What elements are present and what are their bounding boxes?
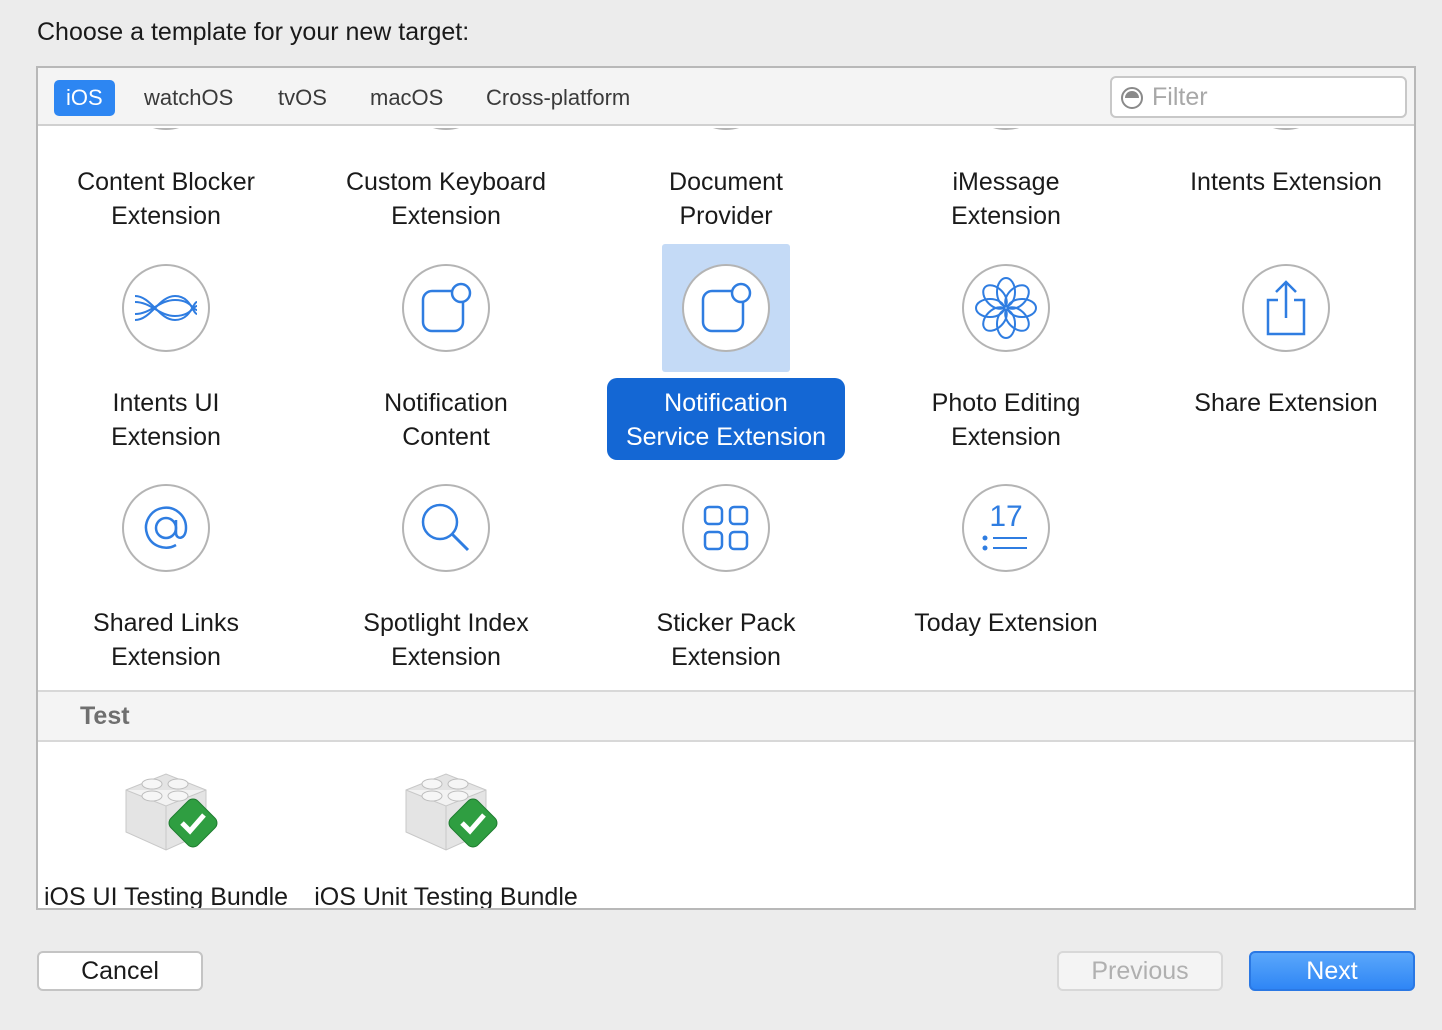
platform-tab-bar: iOS watchOS tvOS macOS Cross-platform [38,68,1414,126]
waves-icon [122,264,210,352]
template-shared-links[interactable]: Shared Links Extension [38,484,306,684]
section-title: Test [80,702,130,730]
section-header-test: Test [38,690,1414,742]
partial-icon [962,128,1050,130]
template-share[interactable]: Share Extension [1146,264,1414,464]
template-photo-editing[interactable]: Photo Editing Extension [866,264,1146,464]
template-panel: iOS watchOS tvOS macOS Cross-platform Co… [36,66,1416,910]
notification-icon [402,264,490,352]
template-notification-service[interactable]: Notification Service Extension [586,244,866,464]
template-label: Notification Content [384,389,508,451]
template-label: Today Extension [914,609,1098,637]
template-label: Shared Links Extension [93,609,239,671]
template-label: Document Provider [669,168,783,230]
template-label: Spotlight Index Extension [363,609,529,671]
template-label: iOS Unit Testing Bundle [314,883,578,910]
partial-icon [122,128,210,130]
previous-button[interactable]: Previous [1057,951,1223,991]
template-today[interactable]: 17 Today Extension [866,484,1146,684]
calendar-icon: 17 [962,484,1050,572]
notification-icon [682,264,770,352]
cancel-button[interactable]: Cancel [37,951,203,991]
dialog-prompt: Choose a template for your new target: [37,18,470,46]
tab-cross-platform[interactable]: Cross-platform [474,80,642,116]
tab-macos[interactable]: macOS [358,80,455,116]
template-intents-ui[interactable]: Intents UI Extension [38,264,306,464]
template-label: Intents Extension [1190,168,1382,196]
tab-ios[interactable]: iOS [54,80,115,116]
template-label: Content Blocker Extension [77,168,255,230]
template-label: Custom Keyboard Extension [345,168,547,230]
template-label: Photo Editing Extension [931,389,1081,451]
template-label: Notification Service Extension [625,389,827,451]
test-template-grid: iOS UI Testing Bundle iOS Unit Testing B… [38,744,1414,910]
template-label: iMessage Extension [951,168,1061,230]
template-label: Intents UI Extension [111,389,221,451]
share-icon [1242,264,1330,352]
filter-field[interactable] [1110,76,1407,118]
grid-icon [682,484,770,572]
at-sign-icon [122,484,210,572]
next-button[interactable]: Next [1249,951,1415,991]
partial-icon [1242,128,1330,130]
partial-icon [682,128,770,130]
test-bundle-icon [122,766,218,856]
template-label: iOS UI Testing Bundle [43,883,289,910]
template-sticker-pack[interactable]: Sticker Pack Extension [586,484,866,684]
template-notification-content[interactable]: Notification Content [306,264,586,464]
filter-icon [1121,87,1143,109]
template-ios-ui-testing[interactable]: iOS UI Testing Bundle [38,766,306,910]
flower-icon [962,264,1050,352]
magnifier-icon [402,484,490,572]
tab-watchos[interactable]: watchOS [132,80,245,116]
template-grid: Content Blocker Extension Custom Keyboar… [38,128,1414,690]
template-label: Share Extension [1194,389,1378,417]
template-ios-unit-testing[interactable]: iOS Unit Testing Bundle [306,766,586,910]
tab-tvos[interactable]: tvOS [266,80,339,116]
template-label: Sticker Pack Extension [656,609,796,671]
partial-icon [402,128,490,130]
filter-input[interactable] [1152,82,1397,112]
test-bundle-icon [402,766,498,856]
template-spotlight-index[interactable]: Spotlight Index Extension [306,484,586,684]
calendar-icon-day: 17 [989,500,1022,533]
